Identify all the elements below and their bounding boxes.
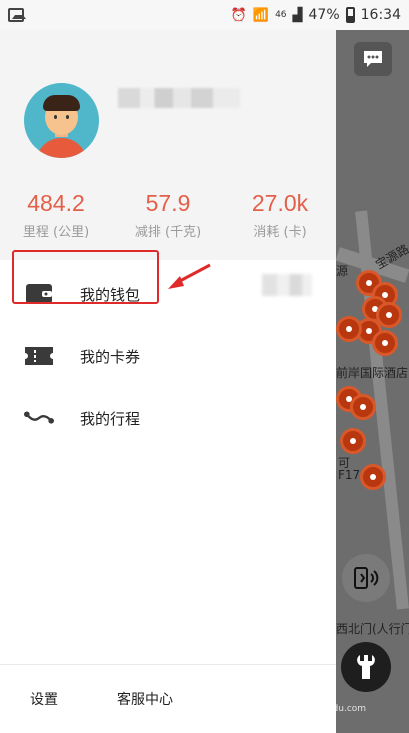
map-label: 源 [336,264,349,278]
annotation-arrow-icon [168,263,211,289]
wifi-icon: 📶 [252,7,270,23]
stat-label: 里程 (公里) [22,225,90,240]
menu-item-trips[interactable]: 我的行程 [0,387,336,449]
message-button[interactable] [354,42,392,76]
bike-pin[interactable] [350,394,376,420]
bike-pin[interactable] [360,464,386,490]
wallet-icon [24,283,54,305]
side-drawer: 484.2 里程 (公里) 57.9 减排 (千克) 27.0k 消耗 (卡) … [0,30,336,733]
clock: 16:34 [360,7,401,23]
baidu-watermark: Bai 经验 jingyan.baidu.com [265,680,405,722]
menu-item-label: 我的卡券 [80,347,141,366]
settings-link[interactable]: 设置 [30,689,58,709]
bike-pin[interactable] [340,428,366,454]
avatar[interactable] [24,83,99,158]
wallet-balance-redacted [262,274,312,296]
menu-item-label: 我的行程 [80,409,141,428]
bike-pin[interactable] [372,330,398,356]
stat-distance: 484.2 里程 (公里) [0,190,112,240]
gallery-notification-icon [8,8,26,22]
stat-value: 57.9 [145,190,191,216]
menu-item-label: 我的钱包 [80,285,141,304]
unlock-scan-button[interactable] [342,554,390,602]
phone-unlock-icon [354,567,379,589]
ticket-icon [24,345,54,367]
status-bar: ⏰ 📶 46 ▟ 47% 16:34 [0,0,409,30]
chat-bubble-icon [364,51,382,67]
watermark-url: jingyan.baidu.com [283,704,367,714]
customer-service-link[interactable]: 客服中心 [117,689,173,709]
avatar-eye [54,115,57,119]
stat-emission: 57.9 减排 (千克) [112,190,224,240]
bike-pin[interactable] [336,316,362,342]
stat-value: 484.2 [27,190,85,216]
menu-item-coupons[interactable]: 我的卡券 [0,325,336,387]
stat-value: 27.0k [251,190,309,216]
map-label: F17 [338,468,361,482]
cell-signal-icon: ▟ [292,7,303,23]
map-view[interactable]: 宝源路 源 前岸国际酒店 可 F17 西北门(人行门 [336,30,409,733]
avatar-eye [66,115,69,119]
profile-header: 484.2 里程 (公里) 57.9 减排 (千克) 27.0k 消耗 (卡) [0,30,336,260]
avatar-body [36,138,87,158]
ride-stats: 484.2 里程 (公里) 57.9 减排 (千克) 27.0k 消耗 (卡) [0,190,336,240]
battery-percent: 47% [308,7,340,23]
stat-label: 减排 (千克) [134,225,202,240]
avatar-hair [43,95,80,111]
stat-calories: 27.0k 消耗 (卡) [224,190,336,240]
map-label: 西北门(人行门 [336,622,409,636]
username-redacted [118,88,240,108]
route-icon [24,407,54,429]
map-label: 前岸国际酒店 [336,366,409,380]
signal-label: 46 [275,10,287,20]
battery-icon [345,7,355,23]
wrench-icon [357,655,375,679]
stat-label: 消耗 (卡) [253,225,307,240]
alarm-icon: ⏰ [230,7,247,23]
